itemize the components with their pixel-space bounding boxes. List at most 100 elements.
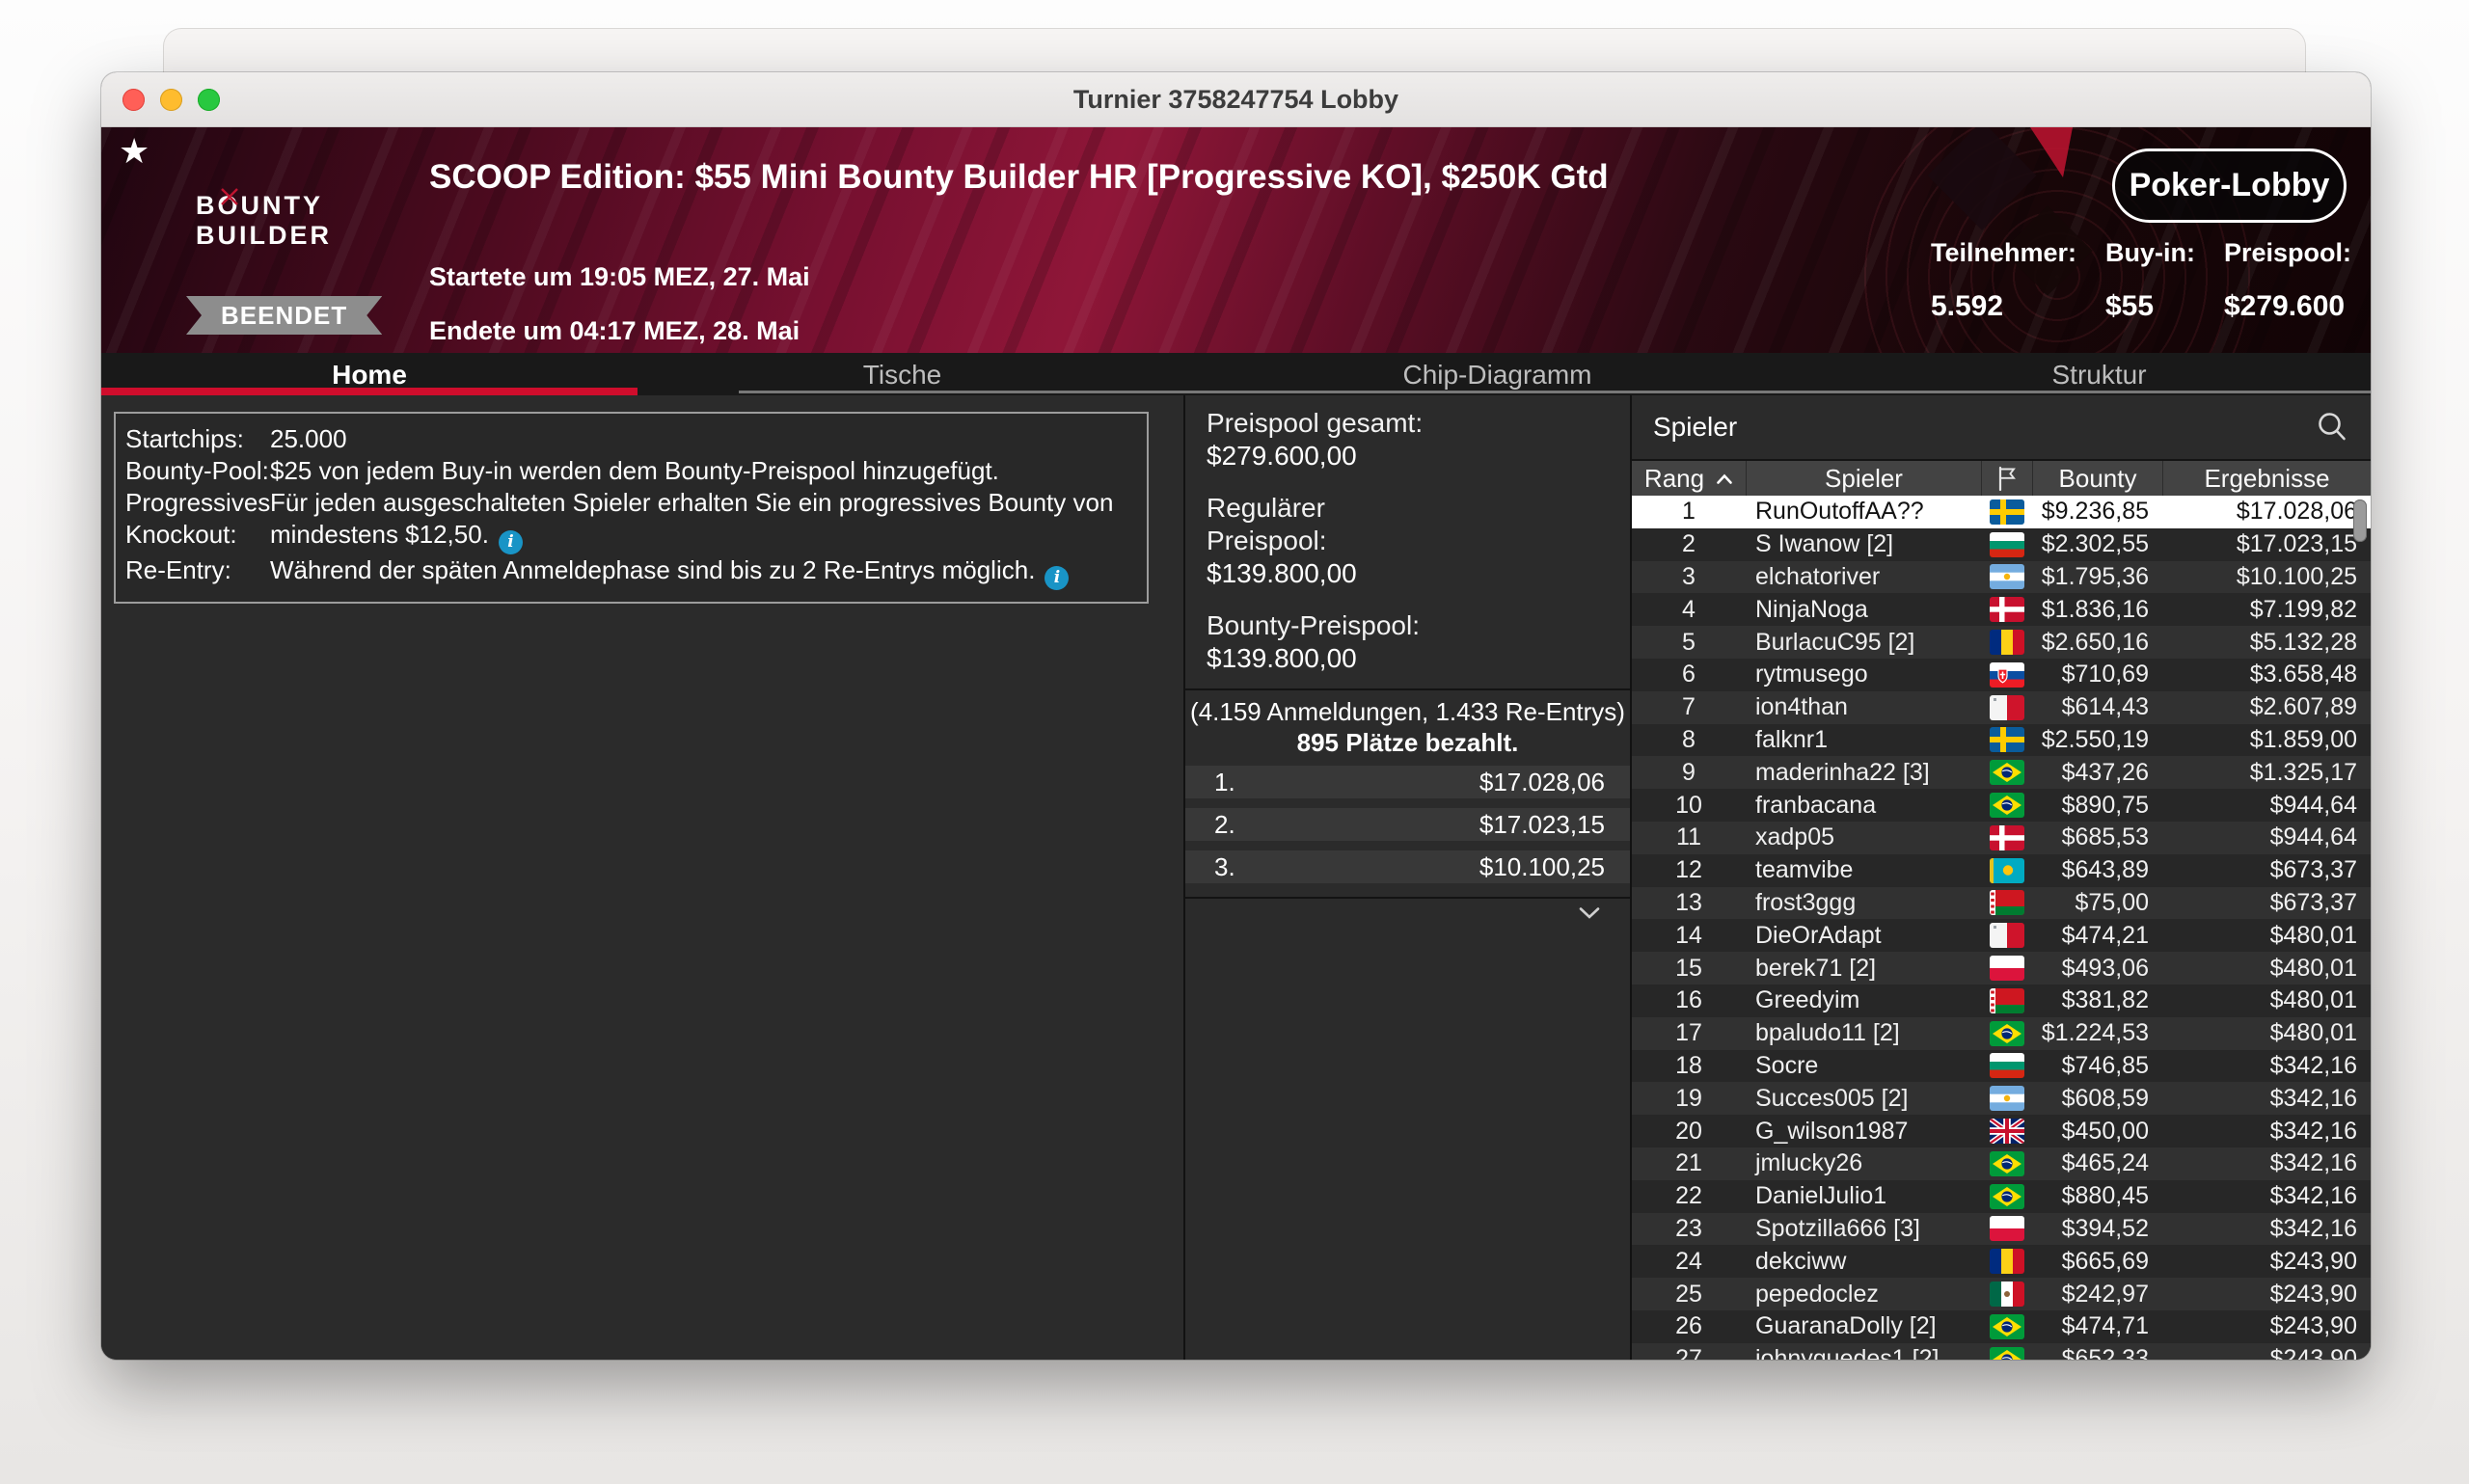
tab-home[interactable]: Home bbox=[101, 353, 638, 396]
player-result: $480,01 bbox=[2269, 954, 2357, 982]
player-name: GuaranaDolly [2] bbox=[1755, 1312, 1937, 1340]
player-row[interactable]: 18 Socre $746,85 $342,16 bbox=[1632, 1049, 2371, 1083]
player-row[interactable]: 23 Spotzilla666 [3] $394,52 $342,16 bbox=[1632, 1212, 2371, 1246]
payout-place: 3. bbox=[1214, 851, 1235, 881]
player-result: $480,01 bbox=[2269, 1019, 2357, 1047]
tab-struktur[interactable]: Struktur bbox=[1828, 353, 2371, 396]
player-row[interactable]: 16 Greedyim $381,82 $480,01 bbox=[1632, 984, 2371, 1017]
player-row[interactable]: 17 bpaludo11 [2] $1.224,53 $480,01 bbox=[1632, 1016, 2371, 1050]
window-controls bbox=[122, 72, 220, 126]
player-rank: 4 bbox=[1682, 595, 1696, 623]
player-result: $342,16 bbox=[2269, 1182, 2357, 1210]
flag-ro-icon bbox=[1981, 1249, 2032, 1275]
search-icon[interactable] bbox=[2315, 410, 2349, 445]
player-row[interactable]: 15 berek71 [2] $493,06 $480,01 bbox=[1632, 952, 2371, 985]
player-row[interactable]: 10 franbacana $890,75 $944,64 bbox=[1632, 789, 2371, 822]
player-row[interactable]: 20 G_wilson1987 $450,00 $342,16 bbox=[1632, 1115, 2371, 1147]
player-row[interactable]: 5 BurlacuC95 [2] $2.650,16 $5.132,28 bbox=[1632, 626, 2371, 659]
fullscreen-button[interactable] bbox=[198, 88, 220, 111]
player-bounty: $880,45 bbox=[2061, 1182, 2149, 1210]
player-row[interactable]: 12 teamvibe $643,89 $673,37 bbox=[1632, 853, 2371, 887]
player-bounty: $474,71 bbox=[2061, 1312, 2149, 1340]
player-bounty: $614,43 bbox=[2061, 693, 2149, 721]
chevron-down-icon[interactable] bbox=[1578, 906, 1601, 920]
player-row[interactable]: 22 DanielJulio1 $880,45 $342,16 bbox=[1632, 1179, 2371, 1213]
flag-bg-icon bbox=[1981, 531, 2032, 557]
player-row[interactable]: 8 falknr1 $2.550,19 $1.859,00 bbox=[1632, 723, 2371, 757]
player-name: S Iwanow [2] bbox=[1755, 530, 1894, 558]
player-name: jmlucky26 bbox=[1755, 1149, 1863, 1177]
players-table-body: 1 RunOutoffAA?? $9.236,85 $17.028,06 2 S Iwan… bbox=[1632, 496, 2371, 1360]
tab-tische[interactable]: Tische bbox=[638, 353, 1167, 396]
minimize-button[interactable] bbox=[160, 88, 182, 111]
prizepool-regular-label: Regulärer Preispool: bbox=[1207, 493, 1327, 555]
player-result: $342,16 bbox=[2269, 1117, 2357, 1145]
player-rank: 10 bbox=[1675, 791, 1702, 819]
player-row[interactable]: 26 GuaranaDolly [2] $474,71 $243,90 bbox=[1632, 1309, 2371, 1343]
player-row[interactable]: 14 DieOrAdapt $474,21 $480,01 bbox=[1632, 919, 2371, 953]
tournament-start-time: Startete um 19:05 MEZ, 27. Mai bbox=[429, 262, 810, 291]
player-row[interactable]: 2 S Iwanow [2] $2.302,55 $17.023,15 bbox=[1632, 527, 2371, 561]
player-row[interactable]: 13 frost3ggg $75,00 $673,37 bbox=[1632, 886, 2371, 920]
player-result: $2.607,89 bbox=[2249, 693, 2357, 721]
flag-pl-icon bbox=[1981, 956, 2032, 982]
player-result: $673,37 bbox=[2269, 888, 2357, 916]
close-button[interactable] bbox=[122, 88, 145, 111]
player-bounty: $665,69 bbox=[2061, 1247, 2149, 1275]
players-pane: Spieler Rang Spieler Bounty Ergebnisse 1… bbox=[1632, 395, 2371, 1360]
player-row[interactable]: 3 elchatoriver $1.795,36 $10.100,25 bbox=[1632, 560, 2371, 594]
info-row-value: Während der späten Anmeldephase sind bis… bbox=[270, 554, 1133, 590]
player-row[interactable]: 25 pepedoclez $242,97 $243,90 bbox=[1632, 1278, 2371, 1310]
player-bounty: $493,06 bbox=[2061, 954, 2149, 982]
scrollbar-thumb[interactable] bbox=[2353, 499, 2367, 542]
column-header-player[interactable]: Spieler bbox=[1746, 461, 1981, 496]
prizepool-total-label: Preispool gesamt: bbox=[1207, 408, 1424, 438]
info-icon[interactable]: i bbox=[1045, 566, 1070, 590]
player-row[interactable]: 9 maderinha22 [3] $437,26 $1.325,17 bbox=[1632, 756, 2371, 790]
player-bounty: $685,53 bbox=[2061, 823, 2149, 851]
player-result: $1.859,00 bbox=[2249, 725, 2357, 753]
player-bounty: $2.302,55 bbox=[2041, 530, 2149, 558]
tab-chip-diagramm[interactable]: Chip-Diagramm bbox=[1167, 353, 1828, 396]
column-header-flag[interactable] bbox=[1981, 461, 2032, 496]
flag-by-icon bbox=[1981, 890, 2032, 916]
prizepool-summary: Preispool gesamt: $279.600,00 Regulärer … bbox=[1185, 395, 1630, 675]
favorite-star-icon[interactable]: ★ bbox=[119, 131, 149, 172]
flag-kz-icon bbox=[1981, 857, 2032, 883]
player-row[interactable]: 19 Succes005 [2] $608,59 $342,16 bbox=[1632, 1082, 2371, 1116]
player-rank: 23 bbox=[1675, 1214, 1702, 1242]
flag-sk-icon bbox=[1981, 661, 2032, 688]
player-row[interactable]: 27 johnyguedes1 [2] $652,33 $243,90 bbox=[1632, 1342, 2371, 1360]
column-header-rank[interactable]: Rang bbox=[1632, 461, 1746, 496]
poker-lobby-button[interactable]: Poker-Lobby bbox=[2112, 148, 2347, 223]
player-row[interactable]: 4 NinjaNoga $1.836,16 $7.199,82 bbox=[1632, 593, 2371, 627]
info-icon[interactable]: i bbox=[498, 530, 523, 554]
entries-line: (4.159 Anmeldungen, 1.433 Re-Entrys) bbox=[1190, 697, 1625, 726]
prizepool-bounty-value: $139.800,00 bbox=[1207, 643, 1357, 673]
player-name: rytmusego bbox=[1755, 661, 1868, 688]
player-row[interactable]: 7 ion4than $614,43 $2.607,89 bbox=[1632, 690, 2371, 724]
column-header-bounty[interactable]: Bounty bbox=[2032, 461, 2162, 496]
column-header-result[interactable]: Ergebnisse bbox=[2162, 461, 2371, 496]
player-name: maderinha22 [3] bbox=[1755, 758, 1930, 786]
player-bounty: $394,52 bbox=[2061, 1214, 2149, 1242]
player-row[interactable]: 11 xadp05 $685,53 $944,64 bbox=[1632, 821, 2371, 854]
player-row[interactable]: 1 RunOutoffAA?? $9.236,85 $17.028,06 bbox=[1632, 496, 2371, 528]
player-name: Succes005 [2] bbox=[1755, 1084, 1909, 1112]
payout-expand-row bbox=[1185, 899, 1630, 920]
player-rank: 16 bbox=[1675, 986, 1702, 1014]
player-row[interactable]: 24 dekciww $665,69 $243,90 bbox=[1632, 1245, 2371, 1279]
player-row[interactable]: 21 jmlucky26 $465,24 $342,16 bbox=[1632, 1147, 2371, 1180]
stat-column: Preispool: $279.600 bbox=[2224, 238, 2351, 323]
flag-br-icon bbox=[1981, 1346, 2032, 1360]
player-bounty: $75,00 bbox=[2075, 888, 2149, 916]
player-row[interactable]: 6 rytmusego $710,69 $3.658,48 bbox=[1632, 658, 2371, 691]
player-result: $342,16 bbox=[2269, 1051, 2357, 1079]
tournament-stats: Teilnehmer: 5.592 Buy-in: $55 Preispool: $279… bbox=[1931, 238, 2351, 323]
payout-row: 2. $17.023,15 bbox=[1185, 808, 1630, 841]
player-rank: 1 bbox=[1682, 498, 1696, 526]
flag-dk-icon bbox=[1981, 597, 2032, 623]
player-result: $10.100,25 bbox=[2236, 562, 2357, 590]
player-rank: 20 bbox=[1675, 1117, 1702, 1145]
player-rank: 14 bbox=[1675, 921, 1702, 949]
